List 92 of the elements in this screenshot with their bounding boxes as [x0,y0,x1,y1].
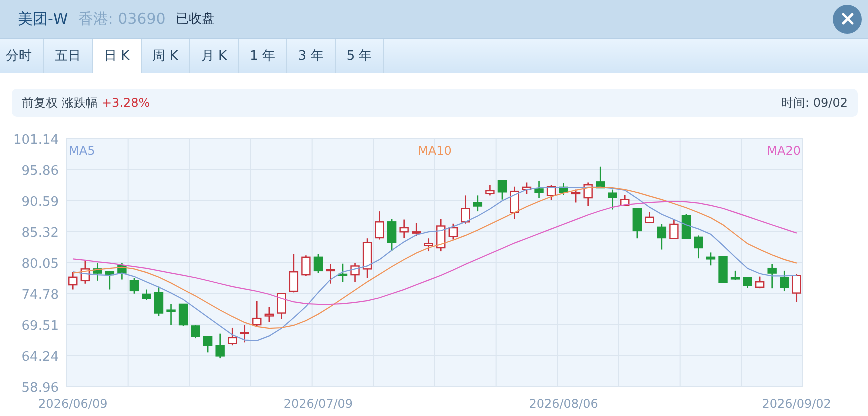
candlestick [534,180,544,198]
market-status: 已收盘 [176,11,215,28]
candlestick [706,252,716,266]
period-tab[interactable]: 5 年 [336,39,384,73]
candlestick [338,264,348,282]
legend-label: MA5 [69,144,96,158]
candlestick [178,304,188,326]
x-axis-label: 2026/09/02 [762,397,832,411]
legend-label: MA20 [767,144,801,158]
candlestick [448,224,458,240]
period-tab[interactable]: 周 K [142,39,190,73]
candlestick [302,256,311,276]
candlestick [486,185,495,196]
candlestick [142,290,152,300]
candlestick [718,256,728,284]
y-axis-label: 101.14 [14,133,59,148]
y-axis-label: 90.59 [22,195,59,210]
close-icon [842,13,854,25]
candlestick [522,182,532,194]
time-label: 时间: 09/02 [782,94,848,112]
candlestick [632,208,642,239]
period-tab[interactable]: 1 年 [239,39,288,73]
candlestick [620,195,630,206]
period-tab[interactable]: 日 K [93,39,142,73]
candlestick [780,270,790,292]
legend-label: MA10 [418,144,452,158]
candlestick [289,254,299,293]
candlestick [412,223,422,236]
y-axis-label: 69.51 [22,318,59,334]
candlestick [596,166,606,189]
candlestick [118,263,127,280]
period-tab[interactable]: 3 年 [287,39,336,73]
period-tab[interactable]: 分时 [0,39,44,73]
candlestick [792,274,802,302]
candlestick [326,264,336,284]
candlestick [375,212,384,240]
candlestick [645,212,654,224]
candlestick [559,183,568,196]
candlestick [670,219,679,240]
candlestick [277,293,286,320]
candlestick [755,276,765,289]
y-axis-label: 58.96 [22,381,59,396]
candlestick [130,278,140,294]
candlestick [473,196,483,212]
candlestick [546,185,556,200]
candlestick [350,263,360,282]
y-axis-label: 74.78 [22,288,59,303]
candlestick [264,307,274,322]
close-button[interactable] [833,4,862,34]
candlestick [387,219,397,252]
period-tab[interactable]: 月 K [190,39,240,73]
y-axis-label: 80.05 [22,257,59,272]
y-axis-label: 95.86 [22,164,59,180]
candlestick [498,180,508,200]
y-axis-label: 64.24 [22,350,59,365]
candlestick [362,238,372,278]
candlestick [191,325,200,339]
candlestick [571,190,581,203]
candlestick [682,214,692,240]
candlestick [461,196,470,224]
candlestick [240,325,250,343]
candlestick [400,220,409,238]
change-value: +3.28% [102,96,150,110]
candlestick [424,238,434,252]
change-label: 涨跌幅 [62,94,98,112]
candlestick [768,264,777,289]
candlestick [436,219,446,252]
adjust-label: 前复权 [22,94,58,112]
x-axis-label: 2026/07/09 [284,397,354,411]
candlestick [252,302,262,326]
stock-name: 美团-W [18,10,68,28]
candlestick [228,328,238,346]
x-axis-label: 2026/08/06 [529,397,598,411]
candlestick [105,272,115,290]
candlestick [314,254,324,274]
candlestick [657,224,667,250]
candlestick [203,336,213,353]
candlestick [694,236,704,259]
y-axis-label: 85.32 [22,226,59,242]
candlestick [154,286,164,316]
candlestick [68,272,78,290]
candlestick [166,304,176,326]
candlestick [510,186,520,220]
candlestick [743,277,752,288]
market-code: 香港: 03690 [78,10,166,28]
candlestick [93,263,102,281]
candlestick [584,182,593,206]
x-axis-label: 2026/06/09 [38,397,108,411]
candlestick [608,190,618,210]
candlestick [216,334,225,359]
candlestick [80,260,90,284]
candlestick [730,270,740,280]
